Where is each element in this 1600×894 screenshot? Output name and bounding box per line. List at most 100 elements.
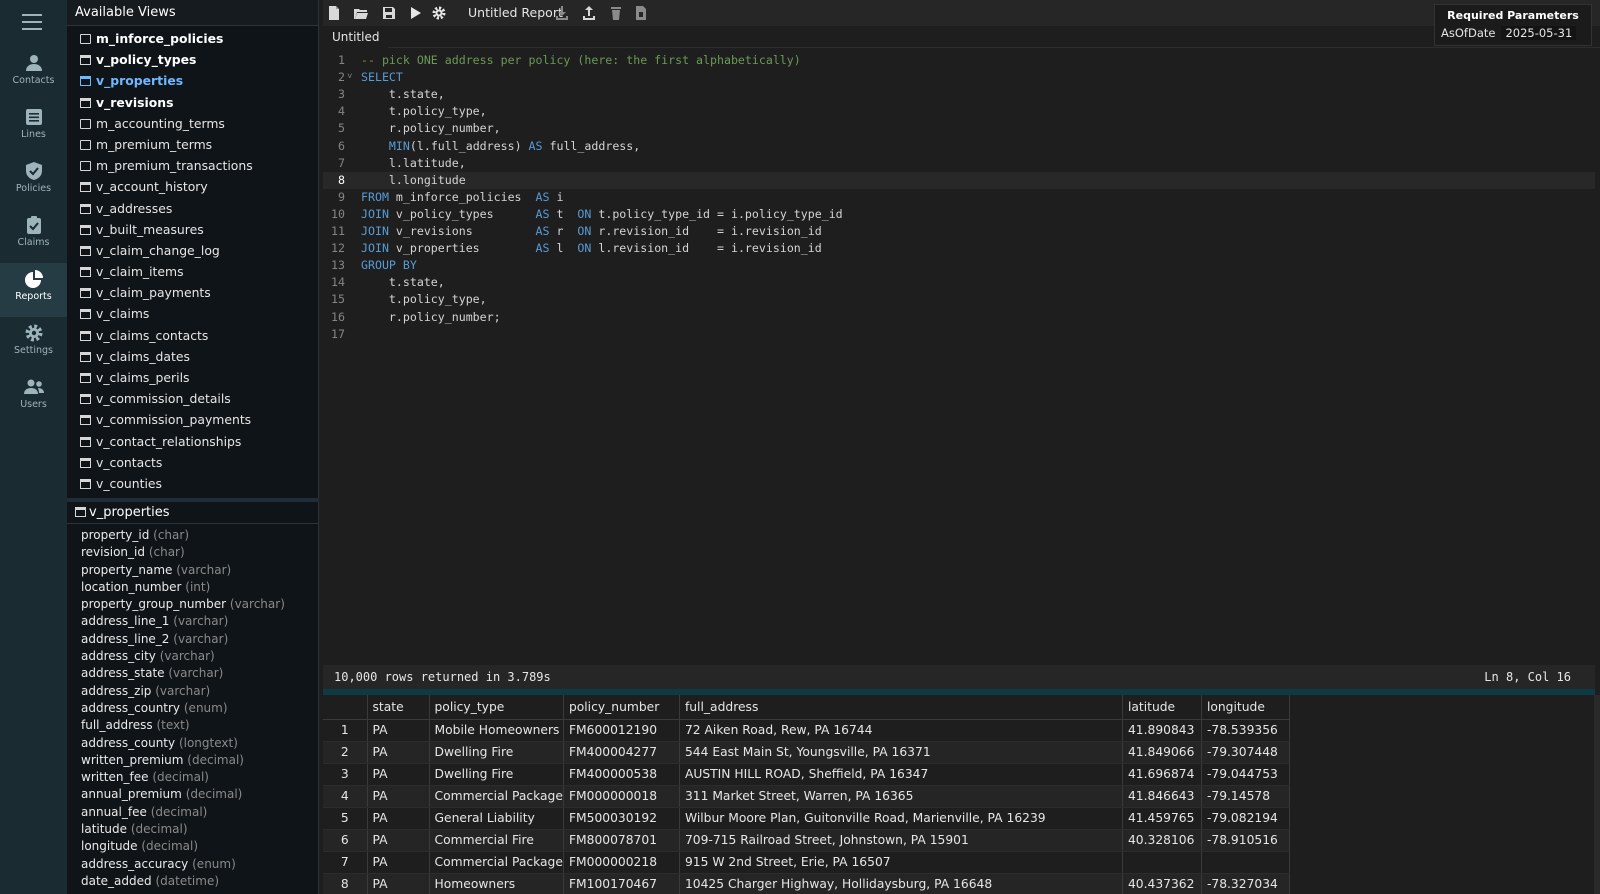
code-line[interactable]: 11 JOIN v_revisions AS r ON r.revision_id… <box>323 223 1595 240</box>
schema-column[interactable]: address_line_1 (varchar) <box>67 613 318 630</box>
trash-icon[interactable] <box>608 5 624 21</box>
view-item[interactable]: v_account_history <box>67 176 319 197</box>
schema-column[interactable]: address_city (varchar) <box>67 648 318 665</box>
nav-item-claims[interactable]: Claims <box>0 209 67 263</box>
view-item[interactable]: v_addresses <box>67 198 319 219</box>
column-header[interactable]: policy_type <box>429 695 564 720</box>
code-line[interactable]: 17 <box>323 326 1595 343</box>
code-line[interactable]: 10 JOIN v_policy_types AS t ON t.policy_t… <box>323 206 1595 223</box>
tab-untitled[interactable]: Untitled <box>323 26 389 48</box>
code-line[interactable]: 9 FROM m_inforce_policies AS i <box>323 189 1595 206</box>
view-item[interactable]: m_premium_terms <box>67 134 319 155</box>
nav-item-users[interactable]: Users <box>0 371 67 425</box>
view-item[interactable]: v_counties <box>67 473 319 494</box>
schema-column[interactable]: full_address (text) <box>67 717 318 734</box>
view-item[interactable]: v_policy_types <box>67 49 319 70</box>
view-item[interactable]: v_built_measures <box>67 219 319 240</box>
view-item[interactable]: m_accounting_terms <box>67 113 319 134</box>
run-icon[interactable] <box>407 5 423 21</box>
schema-column[interactable]: address_zip (varchar) <box>67 683 318 700</box>
schema-column[interactable]: annual_fee (decimal) <box>67 804 318 821</box>
nav-item-reports[interactable]: Reports <box>0 263 67 317</box>
nav-item-settings[interactable]: Settings <box>0 317 67 371</box>
table-row[interactable]: 3 PA Dwelling Fire FM400000538 AUSTIN HILL R… <box>323 763 1290 786</box>
schema-column[interactable]: address_accuracy (enum) <box>67 856 318 873</box>
view-item[interactable]: v_claims_dates <box>67 346 319 367</box>
download-icon[interactable] <box>554 5 570 21</box>
upload-icon[interactable] <box>581 5 597 21</box>
schema-column[interactable]: address_country (enum) <box>67 700 318 717</box>
schema-column[interactable]: property_name (varchar) <box>67 562 318 579</box>
code-line[interactable]: 12 JOIN v_properties AS l ON l.revision_i… <box>323 240 1595 257</box>
nav-item-contacts[interactable]: Contacts <box>0 47 67 101</box>
view-item[interactable]: v_claims_perils <box>67 367 319 388</box>
schema-column[interactable]: longitude (decimal) <box>67 838 318 855</box>
view-item[interactable]: v_contact_relationships <box>67 431 319 452</box>
view-item[interactable]: v_commission_payments <box>67 409 319 430</box>
schema-column[interactable]: annual_premium (decimal) <box>67 786 318 803</box>
schema-column[interactable]: date_added (datetime) <box>67 873 318 890</box>
schema-column[interactable]: address_state (varchar) <box>67 665 318 682</box>
schema-column[interactable]: written_fee (decimal) <box>67 769 318 786</box>
fold-chevron-icon[interactable]: ˅ <box>347 69 352 86</box>
schema-column[interactable]: written_premium (decimal) <box>67 752 318 769</box>
view-item[interactable]: v_revisions <box>67 92 319 113</box>
nav-item-lines[interactable]: Lines <box>0 101 67 155</box>
asofdate-input[interactable]: 2025-05-31 <box>1501 26 1577 40</box>
nav-item-policies[interactable]: Policies <box>0 155 67 209</box>
code-token: l.longitude <box>361 172 466 187</box>
view-item[interactable]: v_properties <box>67 70 319 91</box>
view-item[interactable]: m_inforce_policies <box>67 28 319 49</box>
code-line[interactable]: 5 r.policy_number, <box>323 120 1595 137</box>
view-item[interactable]: m_premium_transactions <box>67 155 319 176</box>
view-item[interactable]: v_claim_items <box>67 261 319 282</box>
column-header[interactable]: full_address <box>679 695 1123 720</box>
rows-returned-text: 10,000 rows returned in 3.789s <box>334 670 551 684</box>
menu-icon[interactable] <box>22 14 42 32</box>
table-row[interactable]: 6 PA Commercial Fire FM800078701 709-715 Rai… <box>323 829 1290 852</box>
new-report-icon[interactable] <box>326 5 342 21</box>
schema-column[interactable]: property_group_number (varchar) <box>67 596 318 613</box>
save-icon[interactable] <box>381 5 397 21</box>
table-row[interactable]: 1 PA Mobile Homeowners FM600012190 72 Aiken … <box>323 719 1290 742</box>
view-item[interactable]: v_contacts <box>67 452 319 473</box>
code-line[interactable]: 13 GROUP BY <box>323 257 1595 274</box>
view-item[interactable]: v_claims_contacts <box>67 325 319 346</box>
schema-column[interactable]: address_county (longtext) <box>67 735 318 752</box>
code-line[interactable]: 8 l.longitude <box>323 171 1595 189</box>
sql-editor[interactable]: 1 -- pick ONE address per policy (here: t… <box>323 50 1595 665</box>
document-icon[interactable] <box>633 5 649 21</box>
column-header[interactable]: state <box>367 695 430 720</box>
table-row[interactable]: 8 PA Homeowners FM100170467 10425 Charger Hi… <box>323 873 1290 894</box>
view-item[interactable]: v_claims <box>67 303 319 324</box>
table-row[interactable]: 2 PA Dwelling Fire FM400004277 544 East Main… <box>323 741 1290 764</box>
table-row[interactable]: 5 PA General Liability FM500030192 Wilbur Mo… <box>323 807 1290 830</box>
table-row[interactable]: 4 PA Commercial Package FM000000018 311 Mark… <box>323 785 1290 808</box>
code-line[interactable]: 14 t.state, <box>323 274 1595 291</box>
schema-column[interactable]: property_id (char) <box>67 527 318 544</box>
schema-column[interactable]: location_number (int) <box>67 579 318 596</box>
row-number-header[interactable] <box>323 695 368 720</box>
code-line[interactable]: 2 ˅ SELECT <box>323 69 1595 86</box>
view-item[interactable]: v_commission_details <box>67 388 319 409</box>
code-line[interactable]: 3 t.state, <box>323 86 1595 103</box>
open-folder-icon[interactable] <box>353 5 369 21</box>
schema-column[interactable]: revision_id (char) <box>67 544 318 561</box>
code-line[interactable]: 16 r.policy_number; <box>323 309 1595 326</box>
view-item[interactable]: v_claim_change_log <box>67 240 319 261</box>
results-scrollbar[interactable] <box>1594 695 1600 894</box>
code-line[interactable]: 4 t.policy_type, <box>323 103 1595 120</box>
gear-icon[interactable] <box>431 5 447 21</box>
code-line[interactable]: 7 l.latitude, <box>323 155 1595 172</box>
view-item[interactable]: v_claim_payments <box>67 282 319 303</box>
code-line[interactable]: 15 t.policy_type, <box>323 291 1595 308</box>
code-line[interactable]: 6 MIN(l.full_address) AS full_address, <box>323 138 1595 155</box>
schema-column[interactable]: address_line_2 (varchar) <box>67 631 318 648</box>
schema-column[interactable]: latitude (decimal) <box>67 821 318 838</box>
column-header[interactable]: latitude <box>1122 695 1202 720</box>
column-header[interactable]: policy_number <box>563 695 680 720</box>
code-line[interactable]: 1 -- pick ONE address per policy (here: t… <box>323 52 1595 69</box>
table-row[interactable]: 7 PA Commercial Package FM000000218 915 W 2n… <box>323 851 1290 874</box>
column-header[interactable]: longitude <box>1201 695 1290 720</box>
report-title[interactable]: Untitled Report <box>468 5 563 20</box>
